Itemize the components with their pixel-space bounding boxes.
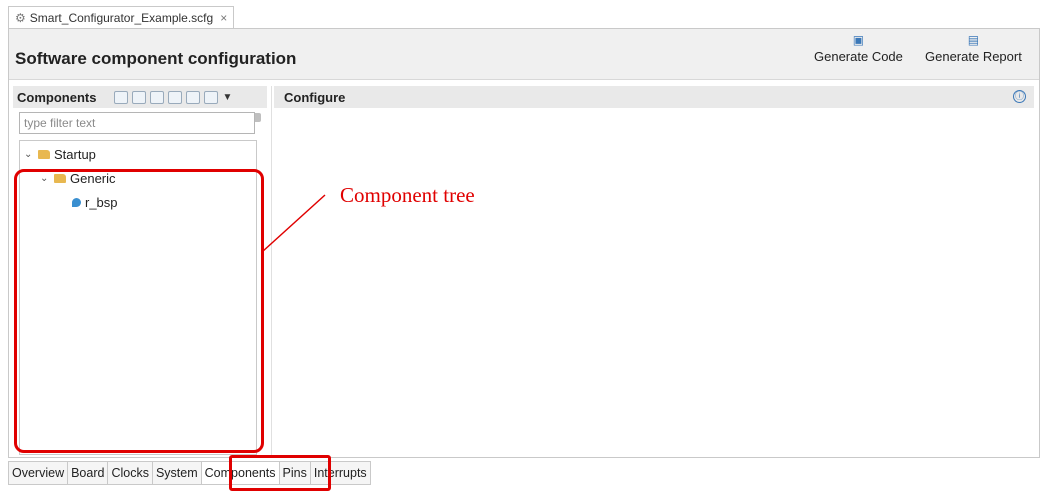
components-title: Components xyxy=(17,89,97,105)
page-title: Software component configuration xyxy=(15,49,297,68)
tab-system[interactable]: System xyxy=(152,461,202,485)
info-icon[interactable]: ⓘ xyxy=(1013,90,1026,103)
component-tree[interactable]: ⌄ Startup ⌄ Generic r_bsp xyxy=(19,140,257,455)
tree-node-label: Startup xyxy=(54,147,96,162)
generate-code-button[interactable]: ▣ Generate Code xyxy=(814,31,903,64)
page-header: Software component configuration ▣ Gener… xyxy=(9,29,1039,80)
folder-icon xyxy=(54,174,66,183)
generate-code-icon: ▣ xyxy=(852,33,865,47)
folder-icon xyxy=(38,150,50,159)
tree-node-r-bsp[interactable]: r_bsp xyxy=(72,195,118,210)
generate-report-icon: ▤ xyxy=(967,33,980,47)
components-toolbar: ▼ xyxy=(114,90,232,104)
generate-code-label: Generate Code xyxy=(814,49,903,64)
filter-input[interactable] xyxy=(19,112,255,134)
component-icon xyxy=(72,198,81,207)
panel-divider[interactable] xyxy=(271,86,272,456)
tree-node-generic[interactable]: ⌄ Generic xyxy=(40,171,116,186)
close-icon[interactable]: × xyxy=(220,11,227,25)
chevron-down-icon[interactable]: ⌄ xyxy=(24,149,34,160)
tab-components[interactable]: Components xyxy=(201,461,280,485)
tab-clocks[interactable]: Clocks xyxy=(108,461,153,485)
tree-node-label: Generic xyxy=(70,171,116,186)
editor-tab[interactable]: ⚙ Smart_Configurator_Example.scfg × xyxy=(8,6,235,29)
expand-all-icon[interactable] xyxy=(186,90,201,104)
remove-component-icon[interactable] xyxy=(132,90,147,104)
tree-node-startup[interactable]: ⌄ Startup xyxy=(24,147,96,162)
tree-node-label: r_bsp xyxy=(85,195,118,210)
gear-icon: ⚙ xyxy=(15,11,26,25)
tab-pins[interactable]: Pins xyxy=(279,461,311,485)
chevron-down-icon[interactable]: ⌄ xyxy=(40,173,50,184)
annotation-label: Component tree xyxy=(340,183,475,207)
view-options-icon[interactable] xyxy=(204,90,219,104)
configure-title: Configure xyxy=(284,89,346,105)
add-component-icon[interactable] xyxy=(114,90,129,104)
editor-area: Software component configuration ▣ Gener… xyxy=(8,28,1040,458)
components-header: Components ▼ xyxy=(13,86,267,108)
collapse-all-icon[interactable] xyxy=(168,90,183,104)
generate-report-button[interactable]: ▤ Generate Report xyxy=(925,31,1022,64)
tab-overview[interactable]: Overview xyxy=(8,461,69,485)
chevron-down-icon[interactable]: ▼ xyxy=(222,92,232,103)
copy-component-icon[interactable] xyxy=(150,90,165,104)
generate-report-label: Generate Report xyxy=(925,49,1022,64)
configure-header: Configure ⓘ xyxy=(274,86,1034,108)
tab-board[interactable]: Board xyxy=(68,461,109,485)
bottom-tab-bar: Overview Board Clocks System Components … xyxy=(8,461,371,485)
editor-tab-title: Smart_Configurator_Example.scfg xyxy=(29,11,214,25)
tab-interrupts[interactable]: Interrupts xyxy=(310,461,371,485)
